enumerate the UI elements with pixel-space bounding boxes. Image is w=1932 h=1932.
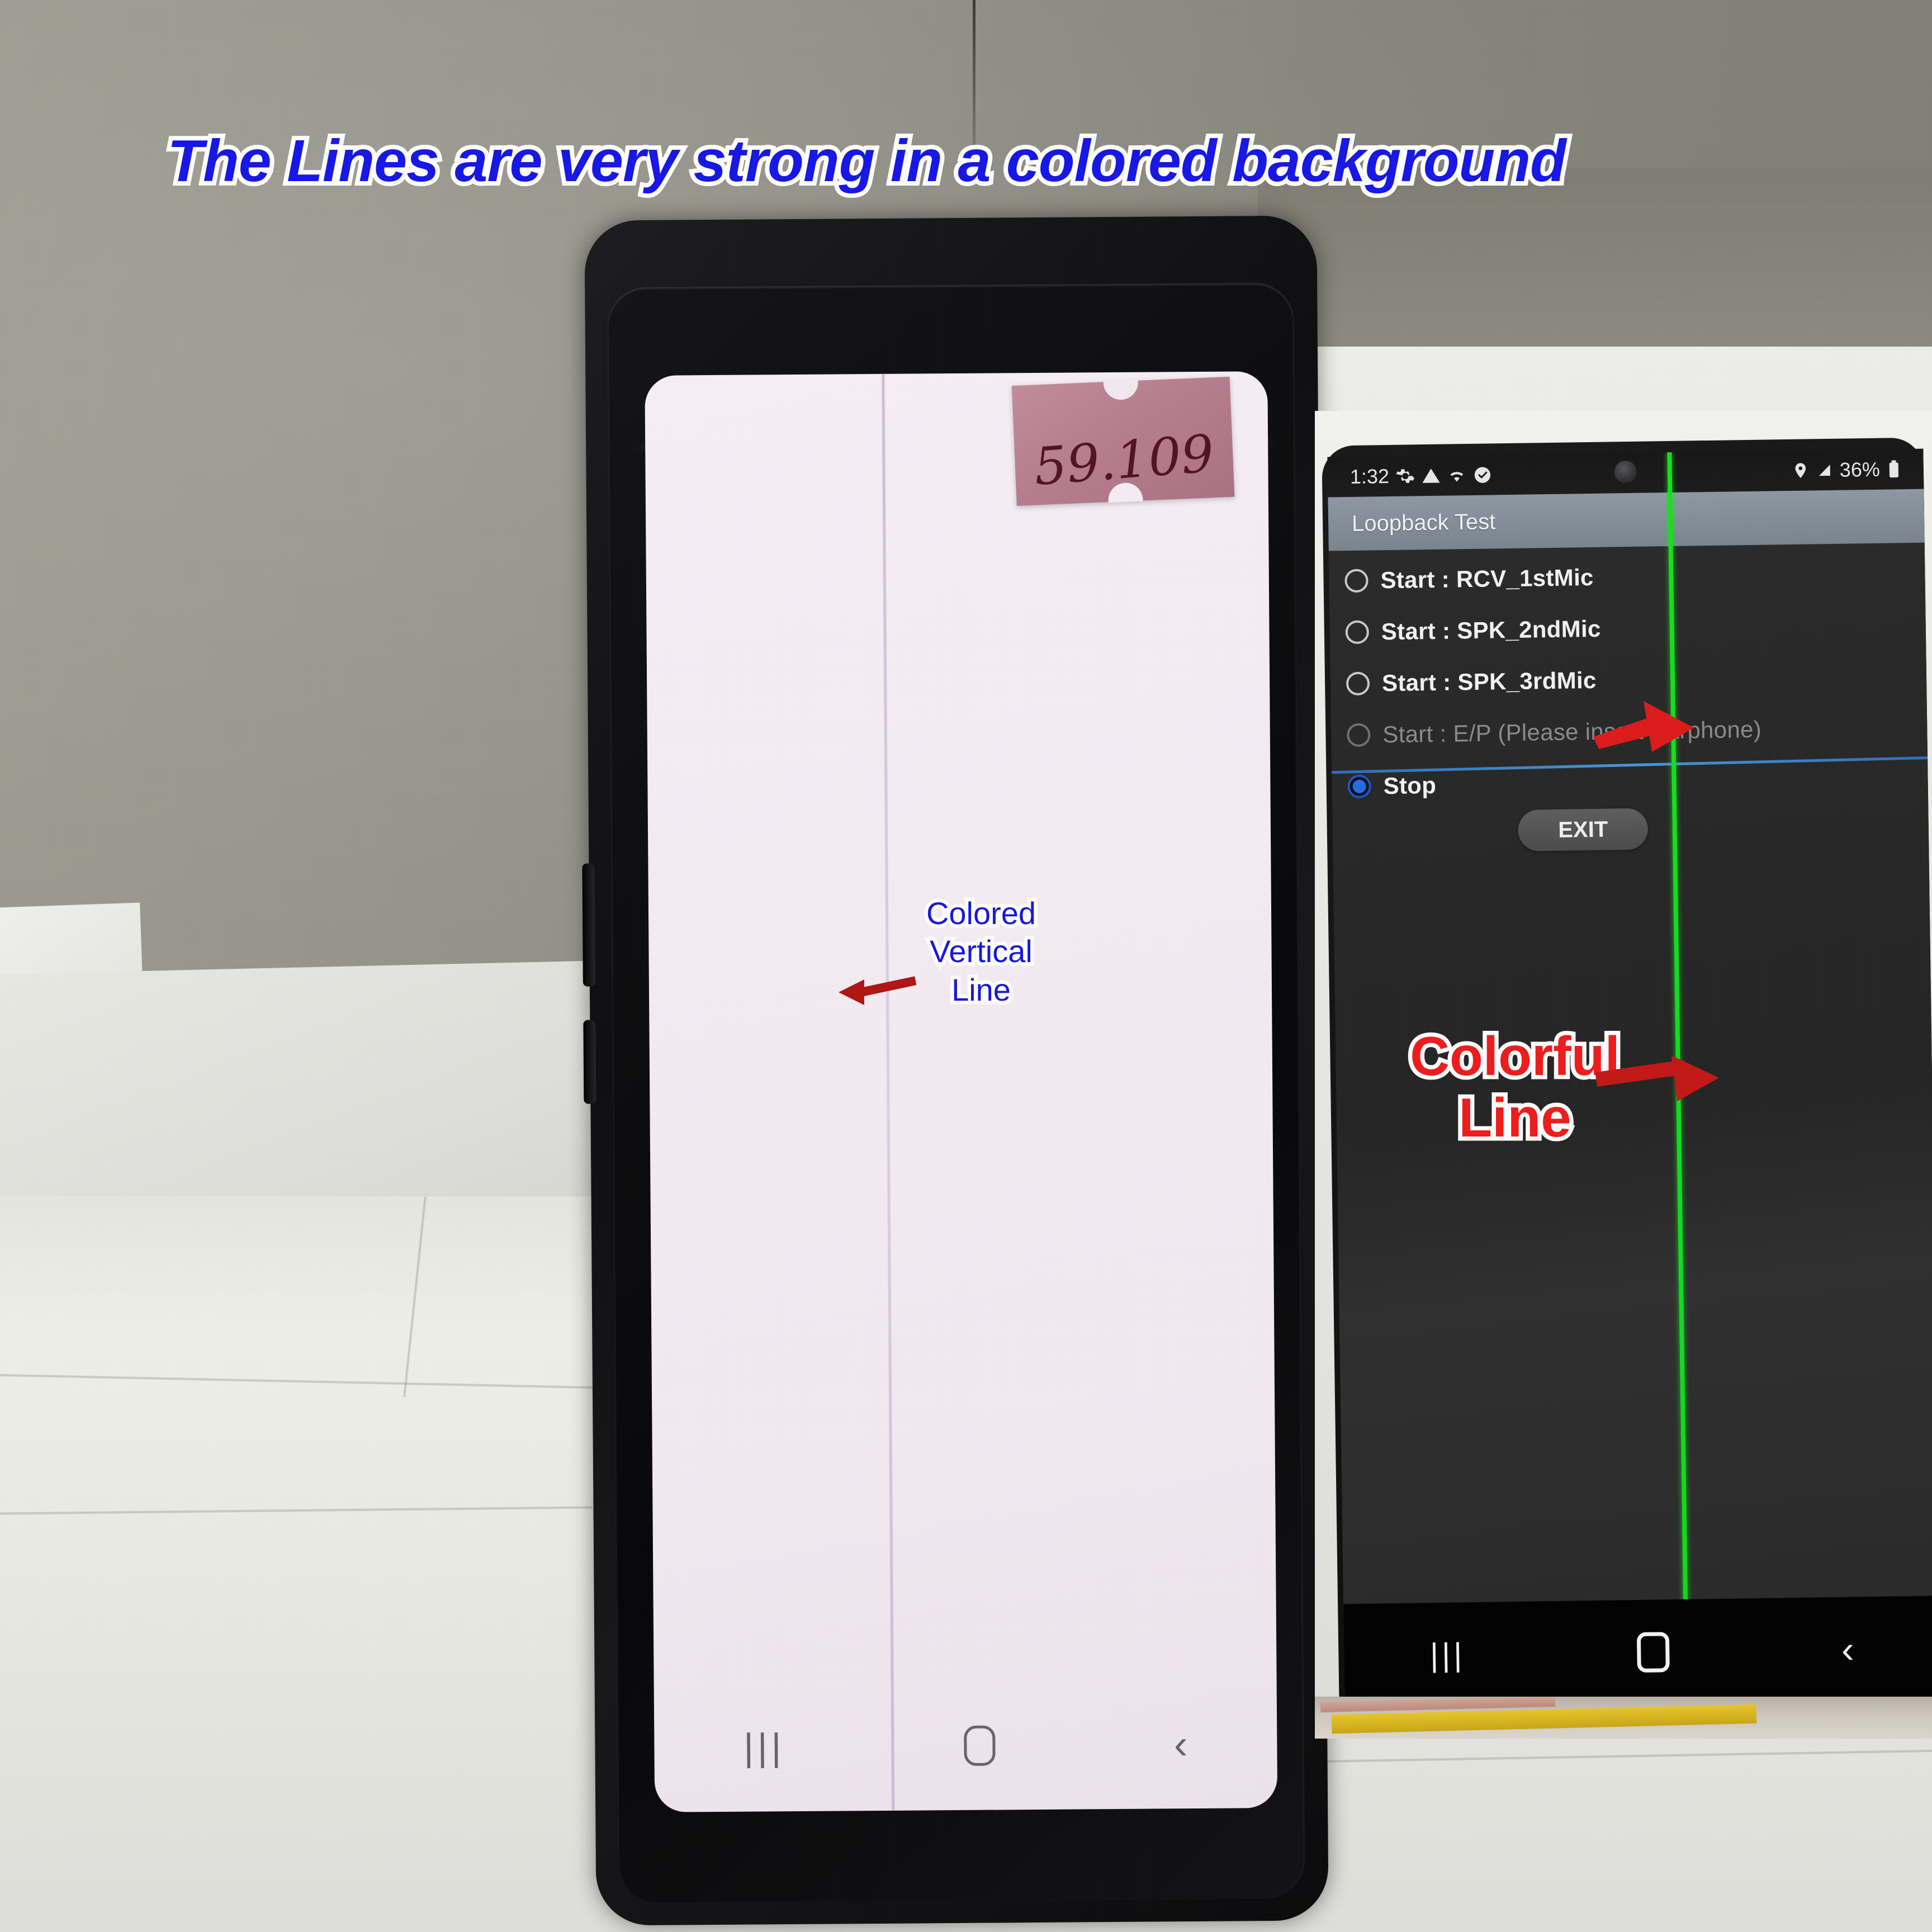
wifi-icon [1447, 466, 1466, 485]
power-button[interactable] [583, 1020, 596, 1104]
annotation-line-1: Colored [922, 892, 1039, 934]
exit-button[interactable]: EXIT [1518, 808, 1649, 851]
status-bar-time: 1:32 [1349, 465, 1390, 488]
right-phone-navbar: ||| ‹ [1343, 1595, 1932, 1710]
recents-icon[interactable]: ||| [744, 1726, 785, 1769]
home-icon[interactable] [963, 1725, 996, 1766]
radio-spk-3rdmic[interactable] [1346, 671, 1370, 696]
option-row-stop[interactable]: Stop [1332, 753, 1928, 813]
status-bar-right: 36% [1791, 457, 1901, 482]
back-icon[interactable]: ‹ [1841, 1628, 1854, 1671]
inset-bottom-surface [1315, 1696, 1932, 1739]
back-icon[interactable]: ‹ [1174, 1721, 1188, 1767]
radio-stop[interactable] [1347, 774, 1371, 799]
signal-icon [1816, 462, 1833, 479]
check-circle-icon [1473, 465, 1492, 484]
page-title: The Lines are very strong in a colored b… [163, 124, 1571, 198]
warning-triangle-icon [1422, 466, 1441, 485]
arrow-right-icon-top [1560, 693, 1694, 755]
loopback-options-list: Start : RCV_1stMic Start : SPK_2ndMic St… [1329, 547, 1928, 813]
left-phone-navbar: ||| ‹ [654, 1702, 1277, 1790]
app-title: Loopback Test [1351, 509, 1496, 536]
volume-button[interactable] [582, 863, 595, 987]
option-label: Stop [1383, 771, 1437, 799]
left-phone-device: 59.109 ||| ‹ [582, 215, 1329, 1926]
option-label: Start : SPK_3rdMic [1381, 666, 1597, 697]
home-icon[interactable] [1637, 1632, 1670, 1673]
screenshot-root: The Lines are very strong in a colored b… [0, 0, 1932, 1932]
option-label: Start : RCV_1stMic [1380, 564, 1594, 594]
gear-icon [1396, 466, 1415, 485]
recents-icon[interactable]: ||| [1430, 1636, 1466, 1673]
defect-vertical-line-left [882, 373, 895, 1811]
app-title-bar: Loopback Test [1328, 489, 1925, 551]
option-row-spk-2ndmic[interactable]: Start : SPK_2ndMic [1329, 599, 1926, 659]
price-sticker: 59.109 [1011, 376, 1235, 506]
annotation-line-2: Vertical [926, 930, 1036, 973]
battery-percent: 36% [1839, 457, 1881, 481]
arrow-left-icon [839, 976, 917, 1009]
radio-rcv-1stmic[interactable] [1344, 569, 1368, 593]
location-pin-icon [1792, 462, 1810, 480]
left-phone-screen: 59.109 ||| ‹ [645, 371, 1278, 1812]
status-bar-left: 1:32 [1350, 463, 1493, 489]
arrow-right-icon-bottom [1590, 1045, 1719, 1107]
option-row-rcv-1stmic[interactable]: Start : RCV_1stMic [1329, 547, 1925, 607]
option-label: Start : SPK_2ndMic [1381, 615, 1601, 645]
battery-icon [1887, 460, 1901, 478]
radio-spk-2ndmic[interactable] [1345, 620, 1370, 645]
radio-ep-earphone [1347, 723, 1371, 747]
